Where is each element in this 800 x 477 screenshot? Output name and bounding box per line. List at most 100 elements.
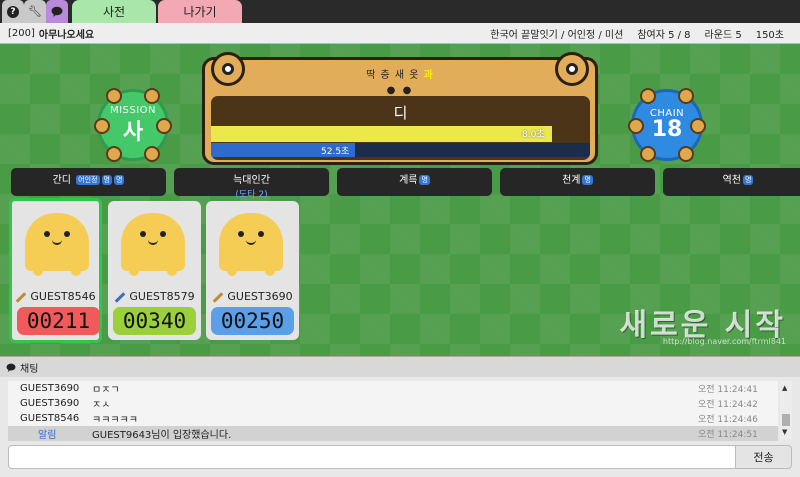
tag-badge: 명 (113, 175, 125, 185)
hint-highlight: 과 (423, 70, 434, 81)
scroll-down-arrow-icon[interactable]: ▼ (782, 428, 787, 436)
chat-text: ㅈㅅ (92, 400, 111, 411)
chat-text: ㅁㅈㄱ (92, 385, 120, 396)
chat-user: GUEST3690 (20, 398, 80, 409)
tag-badge: 명 (582, 175, 593, 185)
chat-time: 오전 11:24:46 (698, 415, 758, 425)
badge-knob (628, 118, 644, 134)
chat-input[interactable] (8, 445, 736, 469)
room-title: 아무나오세요 (38, 29, 95, 41)
current-word: 디 (393, 104, 408, 122)
player-card[interactable]: GUEST8546 00211 (9, 198, 102, 343)
badge-knob (106, 88, 122, 104)
chat-user: GUEST8546 (20, 413, 80, 424)
player-score: 00340 (113, 307, 196, 335)
board-dots: ● ● (386, 85, 414, 96)
room-info-bar: [200] 아무나오세요 한국어 끝말잇기 / 어인정 / 미션 참여자 5 /… (0, 23, 800, 44)
chat-bubble-icon (6, 363, 16, 372)
history-word-2: 늑대인간 (도타 2) (174, 168, 329, 200)
settings-button[interactable]: 🔧︎ (24, 0, 46, 23)
chat-message: GUEST3690 ㅁㅈㄱ 오전 11:24:41 (8, 381, 778, 396)
room-players: 참여자 5 / 8 (637, 29, 691, 41)
tab-dictionary[interactable]: 사전 (72, 0, 156, 23)
history-word-sub: (도타 2) (235, 190, 268, 200)
chat-time: 오전 11:24:42 (698, 400, 758, 410)
help-icon: ? (7, 5, 19, 18)
chat-text: ㅋㅋㅋㅋㅋ (92, 415, 138, 426)
wrench-icon: 🔧︎ (28, 5, 42, 18)
watermark-url: http://blog.naver.com/ftrml841 (662, 337, 786, 346)
badge-knob (690, 118, 706, 134)
player-avatar (25, 213, 89, 276)
player-card[interactable]: GUEST8579 00340 (108, 201, 201, 340)
chat-panel: 채팅 GUEST3690 ㅁㅈㄱ 오전 11:24:41 GUEST3690 ㅈ… (0, 356, 800, 477)
chain-badge: CHAIN 18 (628, 88, 706, 162)
history-word-1: 간디 어인정 명 명 (11, 168, 166, 196)
chat-header: 채팅 (0, 357, 800, 377)
mission-badge: MISSION 사 (94, 88, 172, 162)
room-id: [200] (8, 27, 35, 39)
chat-user: 알림 (38, 430, 57, 441)
chat-message: GUEST8546 ㅋㅋㅋㅋㅋ 오전 11:24:46 (8, 411, 778, 426)
history-word-3: 계륵 명 (337, 168, 492, 196)
turn-timer-bar: 8.0초 (211, 126, 590, 142)
tag-badge: 명 (419, 175, 430, 185)
badge-knob (678, 88, 694, 104)
word-board: 딱 층 새 옷 과 ● ● 디 8.0초 52.5초 (202, 52, 598, 165)
tag-badge: 명 (101, 175, 112, 185)
scroll-up-arrow-icon[interactable]: ▲ (782, 384, 787, 392)
player-card[interactable]: GUEST3690 00250 (206, 201, 299, 340)
badge-knob (94, 118, 110, 134)
tag-badge: 어인정 (76, 175, 100, 185)
round-timer-label: 52.5초 (321, 147, 350, 157)
tag-badge: 명 (742, 175, 754, 185)
player-name: GUEST8546 (30, 290, 96, 303)
chat-bubble-icon (51, 6, 63, 17)
badge-knob (640, 146, 656, 162)
pencil-icon (213, 291, 224, 303)
send-button[interactable]: 전송 (736, 445, 792, 469)
chat-header-label: 채팅 (20, 363, 39, 375)
badge-knob (640, 88, 656, 104)
game-area: MISSION 사 CHAIN 18 딱 층 새 옷 과 ● ● 디 8.0초 … (0, 44, 800, 356)
player-avatar (219, 213, 283, 276)
player-name: GUEST3690 (227, 290, 293, 303)
room-time: 150초 (755, 29, 784, 41)
badge-knob (156, 118, 172, 134)
player-avatar (121, 213, 185, 276)
chat-time: 오전 11:24:51 (698, 430, 758, 440)
player-score: 00250 (211, 307, 294, 335)
history-word-4: 천계 명 (500, 168, 655, 196)
chat-message: GUEST3690 ㅈㅅ 오전 11:24:42 (8, 396, 778, 411)
chat-text: GUEST9643님이 입장했습니다. (92, 430, 232, 441)
help-button[interactable]: ? (2, 0, 24, 23)
round-timer-bar: 52.5초 (211, 143, 590, 157)
word-hint: 딱 층 새 옷 과 (366, 70, 434, 81)
scroll-thumb[interactable] (782, 414, 790, 426)
chat-system-message: 알림 GUEST9643님이 입장했습니다. 오전 11:24:51 (8, 426, 778, 441)
mission-letter: 사 (122, 119, 144, 145)
history-word-5: 역천 명 (663, 168, 800, 196)
badge-knob (106, 146, 122, 162)
badge-knob (144, 88, 160, 104)
player-name: GUEST8579 (129, 290, 195, 303)
chat-time: 오전 11:24:41 (698, 385, 758, 395)
chain-count: 18 (651, 117, 683, 142)
chat-user: GUEST3690 (20, 383, 80, 394)
chat-scrollbar[interactable]: ▲ ▼ (780, 381, 792, 439)
badge-knob (144, 146, 160, 162)
room-mode: 한국어 끝말잇기 / 어인정 / 미션 (490, 29, 624, 41)
turn-timer-fill (211, 126, 553, 142)
word-panel: 디 8.0초 52.5초 (211, 96, 590, 160)
player-score: 00211 (17, 307, 100, 335)
badge-knob (678, 146, 694, 162)
tab-exit[interactable]: 나가기 (158, 0, 242, 23)
top-bar: ? 🔧︎ 사전 나가기 (0, 0, 800, 23)
turn-timer-label: 8.0초 (522, 130, 545, 140)
chat-toggle-button[interactable] (46, 0, 68, 23)
pencil-icon (16, 291, 27, 303)
pencil-icon (115, 291, 126, 303)
room-stats: 한국어 끝말잇기 / 어인정 / 미션 참여자 5 / 8 라운드 5 150초 (476, 26, 784, 41)
chat-log: GUEST3690 ㅁㅈㄱ 오전 11:24:41 GUEST3690 ㅈㅅ 오… (8, 381, 778, 441)
room-round: 라운드 5 (704, 29, 742, 41)
